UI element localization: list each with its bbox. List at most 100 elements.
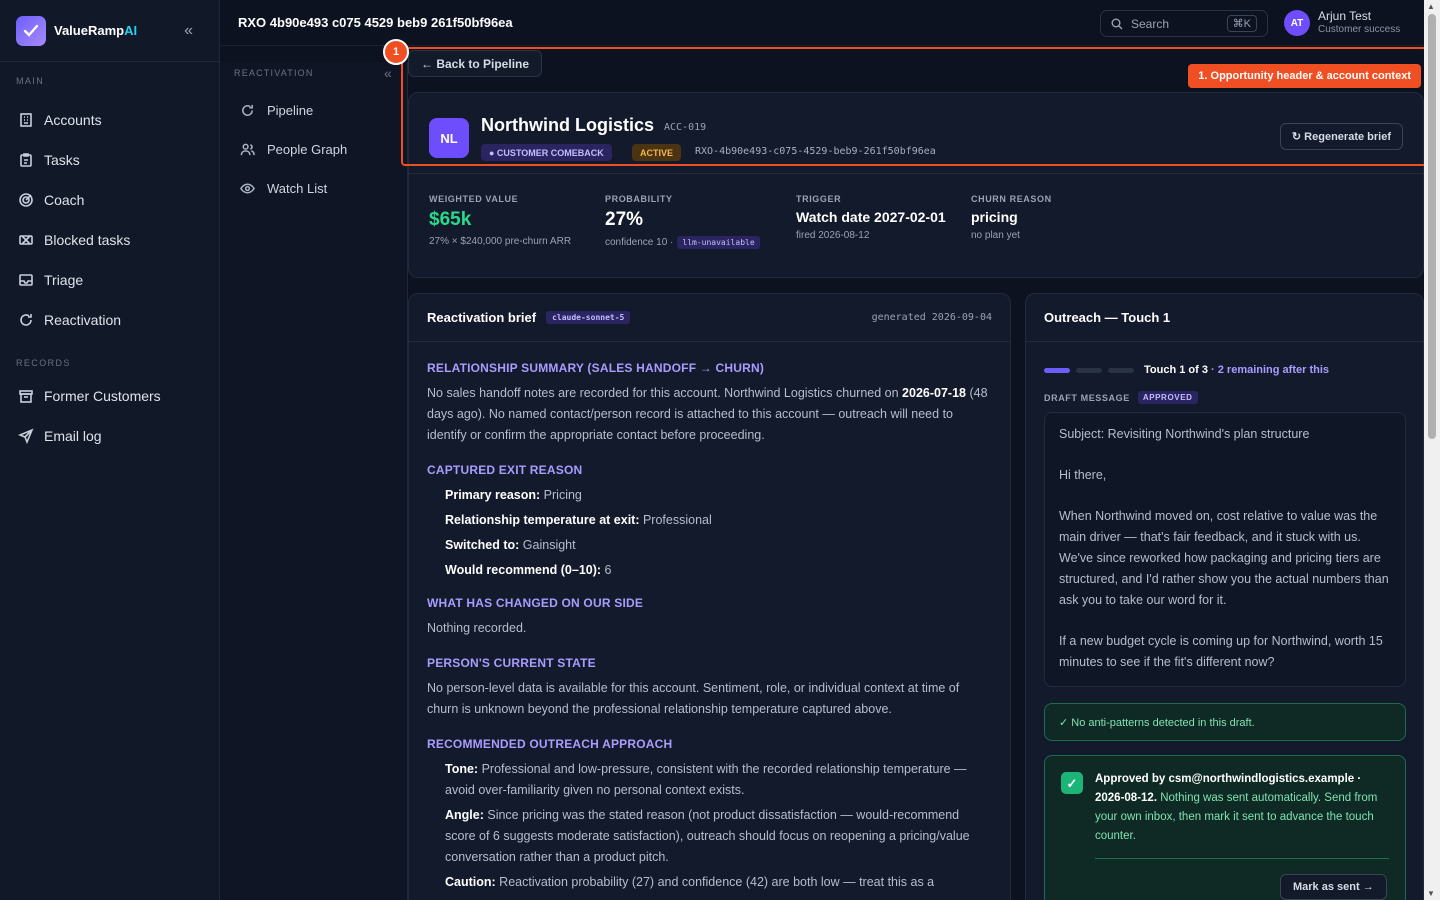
exit-reason-item: Would recommend (0–10): 6	[445, 563, 612, 577]
subnav-item-label: Pipeline	[267, 103, 314, 118]
recommendation-item: Tone: Professional and low-pressure, con…	[445, 762, 967, 797]
divider	[1095, 858, 1389, 859]
inbox-icon	[19, 274, 33, 286]
nav-main: Accounts Tasks Coach Blocked tasks Triag…	[0, 100, 219, 340]
progress-segment	[1044, 367, 1070, 373]
logo-icon	[16, 15, 46, 46]
sidebar-item-label: Triage	[44, 272, 84, 288]
back-to-pipeline-button[interactable]: ← Back to Pipeline	[408, 50, 543, 77]
sidebar: ValueRampAI « MAIN Accounts Tasks Coach …	[0, 0, 220, 900]
sidebar-item-former-customers[interactable]: Former Customers	[0, 376, 219, 416]
progress-segment	[1108, 367, 1134, 373]
avatar: AT	[1284, 10, 1310, 36]
section-heading: CAPTURED EXIT REASON	[427, 463, 583, 477]
outreach-card: Outreach — Touch 1 Touch 1 of 3 · 2 rema…	[1025, 293, 1424, 900]
section-heading: RELATIONSHIP SUMMARY (SALES HANDOFF → CH…	[427, 361, 765, 375]
sidebar-item-label: Reactivation	[44, 312, 122, 328]
sidebar-item-label: Former Customers	[44, 388, 161, 404]
subnav-item-label: People Graph	[267, 142, 348, 157]
recommendation-item: Angle: Since pricing was the stated reas…	[445, 808, 970, 864]
send-icon	[18, 428, 34, 444]
customer-comeback-badge: ● CUSTOMER COMEBACK	[481, 144, 612, 161]
sidebar-item-reactivation[interactable]: Reactivation	[0, 300, 219, 340]
metric-sub: 27% × $240,000 pre-churn ARR	[429, 236, 572, 247]
main-content: ← Back to Pipeline NL Northwind Logistic…	[383, 39, 1427, 900]
sidebar-item-label: Email log	[44, 428, 102, 444]
nav-records: Former Customers Email log	[0, 376, 219, 456]
outreach-title: Outreach — Touch 1	[1026, 294, 1423, 342]
sidebar-item-blocked-tasks[interactable]: Blocked tasks	[0, 220, 219, 260]
draft-label: DRAFT MESSAGE	[1044, 392, 1130, 403]
metric-label: PROBABILITY	[605, 194, 673, 204]
opportunity-id: RXO-4b90e493-c075-4529-beb9-261f50bf96ea	[695, 146, 936, 157]
exit-reason-item: Switched to: Gainsight	[445, 538, 576, 552]
user-menu[interactable]: AT Arjun Test Customer success	[1284, 10, 1400, 36]
search-placeholder: Search	[1131, 16, 1170, 31]
anti-pattern-check: ✓ No anti-patterns detected in this draf…	[1044, 703, 1406, 741]
reactivation-subnav: REACTIVATION « Pipeline People Graph Watc…	[220, 62, 408, 900]
changes-text: Nothing recorded.	[427, 621, 527, 635]
scroll-down-icon[interactable]: ▼	[1427, 889, 1435, 898]
sidebar-item-email-log[interactable]: Email log	[0, 416, 219, 456]
touch-remaining: · 2 remaining after this	[1207, 364, 1329, 376]
sidebar-item-label: Tasks	[44, 152, 80, 168]
sidebar-item-accounts[interactable]: Accounts	[0, 100, 219, 140]
metric-sub: confidence 10 ·	[605, 237, 674, 248]
draft-paragraph: If a new budget cycle is coming up for N…	[1059, 634, 1383, 669]
generated-date: generated 2026-09-04	[871, 312, 992, 323]
eye-icon	[240, 183, 255, 194]
app-root: ValueRampAI « MAIN Accounts Tasks Coach …	[0, 0, 1440, 900]
section-heading: PERSON'S CURRENT STATE	[427, 656, 596, 670]
metric-churn-reason: CHURN REASON pricing no plan yet	[971, 194, 1052, 241]
model-badge: claude-sonnet-5	[546, 311, 631, 324]
page-title: RXO 4b90e493 c075 4529 beb9 261f50bf96ea	[238, 15, 513, 30]
refresh-icon	[20, 314, 32, 326]
subnav-item-watch-list[interactable]: Watch List	[220, 169, 407, 208]
progress-segment	[1076, 367, 1102, 373]
touch-count: Touch 1 of 3	[1144, 364, 1208, 376]
sidebar-item-label: Blocked tasks	[44, 232, 131, 248]
metric-value: 27%	[605, 209, 644, 230]
section-heading: RECOMMENDED OUTREACH APPROACH	[427, 737, 673, 751]
scroll-up-icon[interactable]: ▲	[1427, 2, 1435, 11]
blocked-icon	[19, 235, 33, 245]
search-input[interactable]: Search ⌘K	[1100, 10, 1268, 37]
sidebar-item-label: Coach	[44, 192, 85, 208]
user-name: Arjun Test	[1318, 9, 1372, 23]
divider	[409, 173, 1423, 174]
clipboard-icon	[20, 153, 32, 167]
metric-value: Watch date 2027-02-01	[796, 209, 946, 225]
metric-value: $65k	[429, 209, 472, 230]
mark-as-sent-button[interactable]: Mark as sent →	[1280, 874, 1387, 900]
metric-label: WEIGHTED VALUE	[429, 194, 519, 204]
section-main-label: MAIN	[16, 76, 45, 86]
reactivation-brief-card: Reactivation brief claude-sonnet-5 gener…	[408, 293, 1011, 900]
subnav-item-people-graph[interactable]: People Graph	[220, 130, 407, 169]
exit-reason-item: Relationship temperature at exit: Profes…	[445, 513, 712, 527]
account-id: ACC-019	[664, 122, 707, 133]
collapse-subnav-icon[interactable]: «	[384, 65, 393, 81]
building-icon	[20, 113, 32, 127]
subnav-item-pipeline[interactable]: Pipeline	[220, 91, 407, 130]
metric-label: CHURN REASON	[971, 194, 1052, 204]
sidebar-item-triage[interactable]: Triage	[0, 260, 219, 300]
metric-weighted-value: WEIGHTED VALUE $65k 27% × $240,000 pre-c…	[429, 194, 571, 247]
sidebar-item-tasks[interactable]: Tasks	[0, 140, 219, 180]
scrollbar[interactable]: ▲ ▼	[1424, 0, 1440, 900]
section-heading: WHAT HAS CHANGED ON OUR SIDE	[427, 596, 644, 610]
metric-label: TRIGGER	[796, 194, 842, 204]
subnav-title: REACTIVATION	[234, 68, 314, 78]
target-icon	[19, 193, 33, 207]
topbar: RXO 4b90e493 c075 4529 beb9 261f50bf96ea…	[220, 0, 1424, 46]
touch-progress: Touch 1 of 3 · 2 remaining after this	[1044, 364, 1329, 376]
scrollbar-thumb[interactable]	[1428, 14, 1436, 439]
account-name: Northwind Logistics	[481, 115, 654, 135]
regenerate-brief-button[interactable]: ↻ Regenerate brief	[1279, 123, 1403, 150]
draft-message[interactable]: Subject: Revisiting Northwind's plan str…	[1044, 412, 1406, 687]
section-records-label: RECORDS	[16, 358, 71, 368]
draft-subject: Subject: Revisiting Northwind's plan str…	[1059, 427, 1310, 441]
archive-icon	[19, 390, 33, 403]
sidebar-item-coach[interactable]: Coach	[0, 180, 219, 220]
status-badge: ACTIVE	[632, 144, 682, 161]
collapse-sidebar-icon[interactable]: «	[184, 22, 193, 40]
